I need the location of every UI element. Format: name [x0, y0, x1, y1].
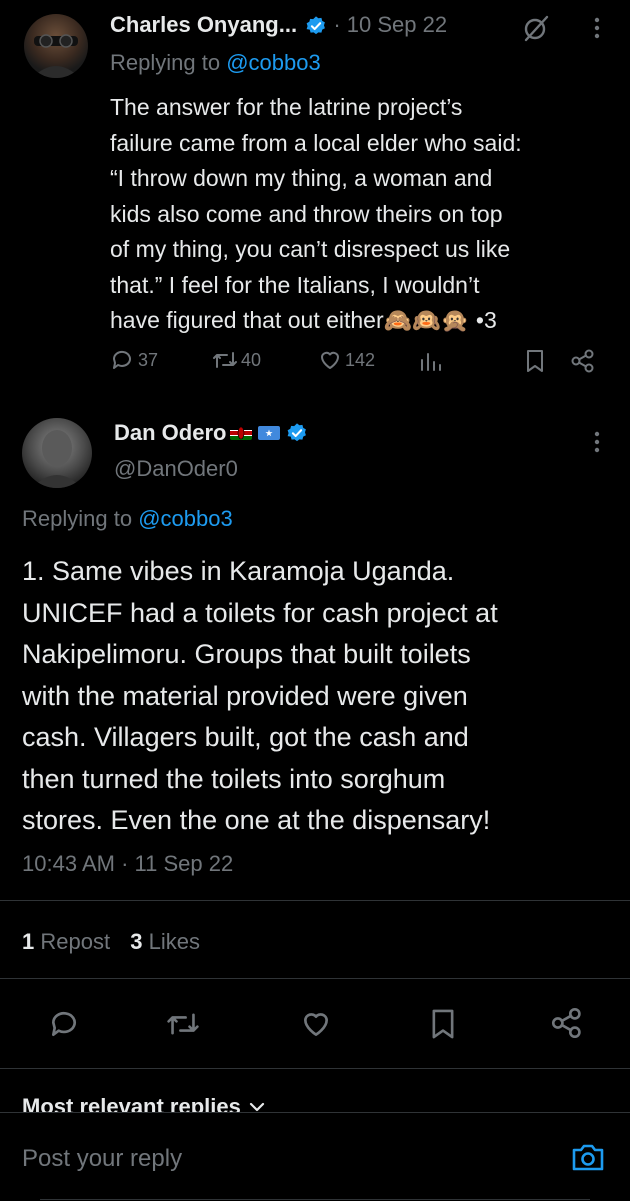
tweet-text: The answer for the latrine project’s fai…: [110, 90, 522, 339]
tweet-text-line: with the material provided were given: [22, 680, 468, 711]
divider: [0, 900, 630, 901]
dan-avatar[interactable]: [22, 418, 92, 488]
author-name[interactable]: Dan Odero: [114, 420, 226, 446]
likes-stat[interactable]: 3 Likes: [130, 929, 200, 954]
reply-button[interactable]: [48, 1008, 80, 1040]
reply-icon: [112, 350, 131, 369]
tweet-text-line: “I throw down my thing, a woman and: [110, 165, 493, 191]
heart-icon: [304, 1013, 328, 1036]
author-name[interactable]: Charles Onyang...: [110, 12, 297, 37]
verified-badge-icon: [286, 422, 308, 444]
reposts-stat[interactable]: 1 Repost: [22, 929, 116, 954]
tweet-text-line: of my thing, you can’t disrespect us lik…: [110, 236, 511, 262]
bookmark-icon[interactable]: [524, 348, 546, 374]
replying-handle-link[interactable]: @cobbo3: [138, 506, 233, 531]
tweet-text-line: have figured that out either🙈🙉🙊 •3: [110, 307, 497, 333]
reply-count: 37: [138, 349, 159, 370]
tweet-timestamp[interactable]: 10:43 AM · 11 Sep 22: [22, 851, 233, 877]
camera-icon[interactable]: [570, 1141, 606, 1173]
bookmark-icon: [432, 1009, 454, 1039]
tweet-text-line: 1. Same vibes in Karamoja Uganda.: [22, 556, 455, 586]
repost-action[interactable]: 40: [212, 348, 261, 372]
replying-to: Replying to @cobbo3: [110, 50, 321, 75]
replying-to: Replying to @cobbo3: [22, 506, 233, 531]
repost-count: 40: [241, 349, 262, 370]
author-handle[interactable]: @DanOder0: [114, 456, 238, 482]
tweet-text-line: Nakipelimoru. Groups that built toilets: [22, 639, 471, 669]
repost-icon: [213, 352, 237, 368]
tweet-text-line: then turned the toilets into sorghum: [22, 763, 446, 794]
reply-icon: [51, 1011, 76, 1036]
tweet-text-line: UNICEF had a toilets for cash project at: [22, 597, 498, 628]
share-icon: [551, 1007, 581, 1039]
repost-button[interactable]: [166, 1008, 200, 1040]
bookmark-button[interactable]: [428, 1007, 458, 1041]
views-icon[interactable]: [418, 350, 442, 372]
charles-avatar[interactable]: [24, 14, 88, 78]
more-options-icon[interactable]: [592, 16, 602, 40]
repost-icon: [167, 1013, 199, 1035]
more-options-icon[interactable]: [592, 430, 602, 454]
tweet-text-line: that.” I feel for the Italians, I wouldn…: [110, 271, 480, 298]
avatar-photo-icon: [32, 34, 80, 78]
tweet-text-line: failure came from a local elder who said…: [110, 129, 522, 156]
share-icon[interactable]: [570, 348, 596, 374]
engagement-stats: 1 Repost 3 Likes: [22, 929, 200, 955]
somalia-flag-icon: [258, 426, 281, 440]
tweet-text-line: stores. Even the one at the dispensary!: [22, 805, 491, 835]
replying-handle-link[interactable]: @cobbo3: [226, 50, 321, 75]
verified-badge-icon: [305, 15, 327, 37]
tweet-date[interactable]: · 10 Sep 22: [333, 12, 447, 37]
like-action[interactable]: 142: [318, 348, 375, 372]
tweet-text-line: cash. Villagers built, got the cash and: [22, 722, 469, 752]
divider: [0, 1068, 630, 1069]
reply-input[interactable]: Post your reply: [22, 1145, 182, 1173]
tweet-text: 1. Same vibes in Karamoja Uganda. UNICEF…: [22, 551, 498, 842]
divider: [0, 978, 630, 979]
avatar-photo-icon: [32, 430, 82, 488]
tweet-text-line: kids also come and throw theirs on top: [110, 200, 503, 227]
heart-icon: [321, 351, 339, 369]
kenya-flag-icon: [230, 426, 253, 440]
like-count: 142: [345, 349, 376, 370]
chevron-down-icon: [249, 1102, 264, 1112]
share-button[interactable]: [550, 1006, 584, 1040]
reply-action[interactable]: 37: [110, 348, 158, 372]
grok-icon[interactable]: [522, 14, 550, 42]
like-button[interactable]: [300, 1008, 332, 1040]
tweet-text-line: The answer for the latrine project’s: [110, 94, 463, 120]
reply-composer: Post your reply: [0, 1112, 630, 1201]
